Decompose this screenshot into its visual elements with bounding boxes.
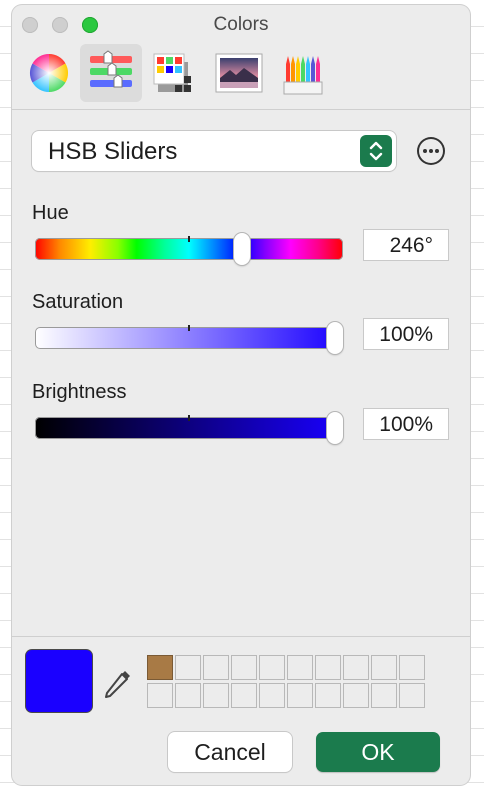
toolbar-divider bbox=[12, 109, 470, 110]
color-swatch[interactable] bbox=[371, 683, 397, 708]
color-swatch[interactable] bbox=[147, 655, 173, 680]
saturation-tick bbox=[188, 325, 190, 331]
popup-stepper[interactable] bbox=[360, 135, 392, 167]
color-swatch[interactable] bbox=[259, 655, 285, 680]
tab-color-palettes[interactable] bbox=[144, 44, 206, 102]
hue-slider-thumb[interactable] bbox=[234, 233, 250, 265]
title-bar: Colors bbox=[12, 5, 470, 109]
saved-swatches-grid bbox=[147, 655, 427, 711]
hue-tick bbox=[188, 236, 190, 242]
color-swatch[interactable] bbox=[287, 655, 313, 680]
ellipsis-circle-icon bbox=[423, 149, 439, 153]
chevron-up-down-icon bbox=[369, 141, 383, 161]
brightness-tick bbox=[188, 415, 190, 421]
color-swatch[interactable] bbox=[343, 683, 369, 708]
color-palettes-icon bbox=[153, 53, 191, 92]
saturation-slider[interactable] bbox=[35, 322, 343, 354]
color-swatch[interactable] bbox=[175, 683, 201, 708]
tab-color-sliders[interactable] bbox=[80, 44, 142, 102]
eyedropper-icon bbox=[105, 671, 130, 698]
hue-label: Hue bbox=[32, 202, 69, 224]
tab-pencils[interactable] bbox=[272, 44, 334, 102]
brightness-value-field[interactable]: 100% bbox=[363, 408, 449, 440]
color-swatch[interactable] bbox=[287, 683, 313, 708]
pencils-icon bbox=[283, 56, 323, 95]
more-options-button[interactable] bbox=[417, 137, 445, 165]
colors-window: Colors HSB Sliders Hue 246° Saturation 1… bbox=[12, 5, 470, 785]
tab-image-palettes[interactable] bbox=[208, 44, 270, 102]
color-swatch[interactable] bbox=[259, 683, 285, 708]
eyedropper-button[interactable] bbox=[101, 665, 135, 701]
color-swatch[interactable] bbox=[147, 683, 173, 708]
color-sliders-icon bbox=[90, 50, 132, 88]
saturation-value-field[interactable]: 100% bbox=[363, 318, 449, 350]
current-color-swatch[interactable] bbox=[26, 650, 92, 712]
slider-mode-label: HSB Sliders bbox=[48, 138, 178, 165]
color-swatch[interactable] bbox=[343, 655, 369, 680]
ok-button[interactable]: OK bbox=[316, 732, 440, 772]
brightness-slider-thumb[interactable] bbox=[327, 412, 343, 444]
color-swatch[interactable] bbox=[371, 655, 397, 680]
color-swatch[interactable] bbox=[315, 655, 341, 680]
hue-slider[interactable] bbox=[35, 233, 343, 265]
cancel-button[interactable]: Cancel bbox=[168, 732, 292, 772]
hue-value-field[interactable]: 246° bbox=[363, 229, 449, 261]
window-title: Colors bbox=[213, 14, 269, 35]
slider-mode-popup[interactable]: HSB Sliders bbox=[32, 131, 396, 171]
brightness-label: Brightness bbox=[32, 381, 127, 403]
saturation-label: Saturation bbox=[32, 291, 124, 313]
color-swatch[interactable] bbox=[231, 683, 257, 708]
color-swatch[interactable] bbox=[231, 655, 257, 680]
bottom-divider bbox=[12, 636, 470, 637]
color-swatch[interactable] bbox=[203, 683, 229, 708]
color-swatch[interactable] bbox=[399, 655, 425, 680]
color-swatch[interactable] bbox=[315, 683, 341, 708]
color-swatch[interactable] bbox=[399, 683, 425, 708]
tab-color-wheel[interactable] bbox=[18, 44, 80, 102]
brightness-slider[interactable] bbox=[35, 412, 343, 444]
color-swatch[interactable] bbox=[175, 655, 201, 680]
image-palettes-icon bbox=[215, 53, 263, 93]
color-swatch[interactable] bbox=[203, 655, 229, 680]
color-wheel-icon bbox=[29, 53, 69, 93]
saturation-slider-thumb[interactable] bbox=[327, 322, 343, 354]
